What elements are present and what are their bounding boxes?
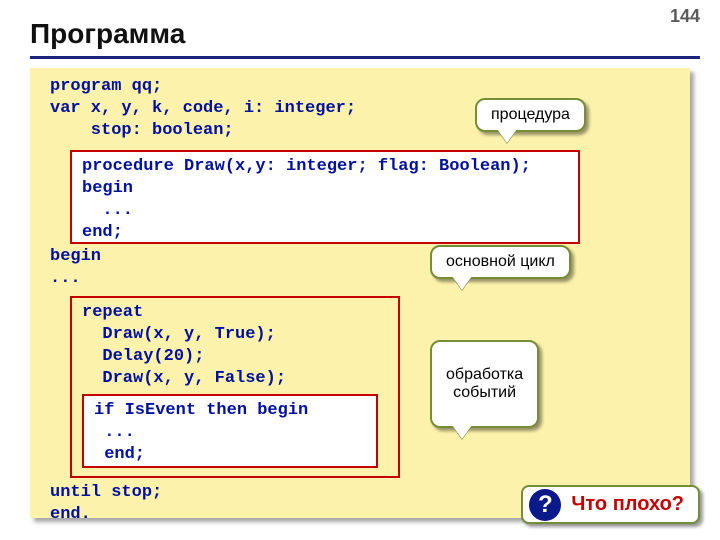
code-line: begin <box>82 178 133 200</box>
question-box: ? Что плохо? <box>521 485 700 524</box>
callout-event-handling: обработка событий <box>430 340 539 428</box>
page-title: Программа <box>30 18 185 50</box>
code-line: until stop; <box>50 482 162 504</box>
code-line: ... <box>82 200 133 222</box>
callout-procedure: процедура <box>475 98 586 132</box>
page-number: 144 <box>670 6 700 27</box>
code-line: Draw(x, y, False); <box>82 368 286 390</box>
code-line: Draw(x, y, True); <box>82 324 276 346</box>
code-line: ... <box>50 268 81 290</box>
question-text: Что плохо? <box>571 493 684 515</box>
code-line: if IsEvent then begin <box>94 400 308 422</box>
callout-text: процедура <box>491 106 570 123</box>
code-line: begin <box>50 246 101 268</box>
callout-text: обработка событий <box>446 366 523 401</box>
question-icon: ? <box>529 489 561 521</box>
title-rule <box>30 56 700 59</box>
code-line: Delay(20); <box>82 346 204 368</box>
callout-text: основной цикл <box>446 253 555 270</box>
code-line: repeat <box>82 302 143 324</box>
callout-main-loop: основной цикл <box>430 245 571 279</box>
code-line: var x, y, k, code, i: integer; <box>50 98 356 120</box>
procedure-box: procedure Draw(x,y: integer; flag: Boole… <box>70 150 580 244</box>
code-line: procedure Draw(x,y: integer; flag: Boole… <box>82 156 531 178</box>
event-box: if IsEvent then begin ... end; <box>82 394 378 468</box>
code-line: end; <box>94 444 145 466</box>
code-panel: program qq; var x, y, k, code, i: intege… <box>30 68 690 518</box>
code-line: program qq; <box>50 76 162 98</box>
code-line: ... <box>94 422 135 444</box>
code-line: end; <box>82 222 123 244</box>
code-line: stop: boolean; <box>50 120 234 142</box>
code-line: end. <box>50 504 91 526</box>
repeat-box: repeat Draw(x, y, True); Delay(20); Draw… <box>70 296 400 478</box>
